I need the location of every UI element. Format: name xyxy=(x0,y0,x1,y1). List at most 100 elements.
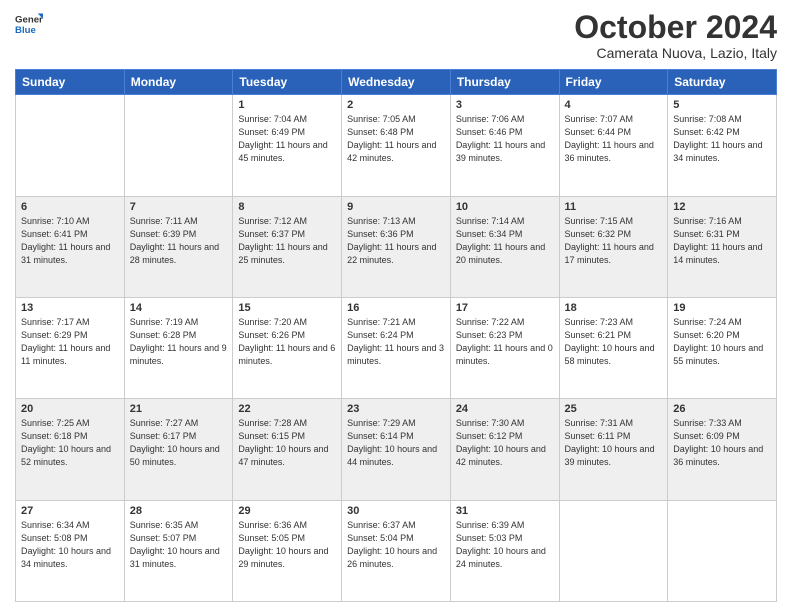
day-info: Sunrise: 7:24 AM Sunset: 6:20 PM Dayligh… xyxy=(673,316,771,368)
day-info: Sunrise: 7:15 AM Sunset: 6:32 PM Dayligh… xyxy=(565,215,663,267)
calendar-header-row: Sunday Monday Tuesday Wednesday Thursday… xyxy=(16,70,777,95)
day-info: Sunrise: 7:08 AM Sunset: 6:42 PM Dayligh… xyxy=(673,113,771,165)
table-row: 19 Sunrise: 7:24 AM Sunset: 6:20 PM Dayli… xyxy=(668,297,777,398)
table-row: 5 Sunrise: 7:08 AM Sunset: 6:42 PM Daylig… xyxy=(668,95,777,196)
day-info: Sunrise: 7:20 AM Sunset: 6:26 PM Dayligh… xyxy=(238,316,336,368)
location: Camerata Nuova, Lazio, Italy xyxy=(574,45,777,61)
day-info: Sunrise: 6:34 AM Sunset: 5:08 PM Dayligh… xyxy=(21,519,119,571)
day-number: 3 xyxy=(456,99,554,111)
table-row: 13 Sunrise: 7:17 AM Sunset: 6:29 PM Dayli… xyxy=(16,297,125,398)
table-row: 3 Sunrise: 7:06 AM Sunset: 6:46 PM Daylig… xyxy=(450,95,559,196)
day-number: 11 xyxy=(565,201,663,213)
day-number: 25 xyxy=(565,403,663,415)
day-info: Sunrise: 7:07 AM Sunset: 6:44 PM Dayligh… xyxy=(565,113,663,165)
day-info: Sunrise: 7:27 AM Sunset: 6:17 PM Dayligh… xyxy=(130,417,228,469)
col-monday: Monday xyxy=(124,70,233,95)
table-row: 7 Sunrise: 7:11 AM Sunset: 6:39 PM Daylig… xyxy=(124,196,233,297)
day-info: Sunrise: 7:13 AM Sunset: 6:36 PM Dayligh… xyxy=(347,215,445,267)
table-row: 18Sunrise: 7:23 AM Sunset: 6:21 PM Dayli… xyxy=(559,297,668,398)
day-info: Sunrise: 6:39 AM Sunset: 5:03 PM Dayligh… xyxy=(456,519,554,571)
day-info: Sunrise: 7:33 AM Sunset: 6:09 PM Dayligh… xyxy=(673,417,771,469)
month-title: October 2024 xyxy=(574,10,777,45)
day-number: 19 xyxy=(673,302,771,314)
logo: General Blue xyxy=(15,10,43,38)
day-number: 1 xyxy=(238,99,336,111)
header: General Blue October 2024 Camerata Nuova… xyxy=(15,10,777,61)
day-info: Sunrise: 7:21 AM Sunset: 6:24 PM Dayligh… xyxy=(347,316,445,368)
table-row xyxy=(16,95,125,196)
day-number: 17 xyxy=(456,302,554,314)
day-number: 10 xyxy=(456,201,554,213)
calendar-week-row: 13 Sunrise: 7:17 AM Sunset: 6:29 PM Dayli… xyxy=(16,297,777,398)
calendar-week-row: 27 Sunrise: 6:34 AM Sunset: 5:08 PM Dayli… xyxy=(16,500,777,601)
day-number: 9 xyxy=(347,201,445,213)
day-number: 30 xyxy=(347,505,445,517)
day-info: Sunrise: 7:04 AM Sunset: 6:49 PM Dayligh… xyxy=(238,113,336,165)
table-row: 22Sunrise: 7:28 AM Sunset: 6:15 PM Dayli… xyxy=(233,399,342,500)
day-number: 26 xyxy=(673,403,771,415)
day-info: Sunrise: 7:11 AM Sunset: 6:39 PM Dayligh… xyxy=(130,215,228,267)
day-number: 28 xyxy=(130,505,228,517)
col-tuesday: Tuesday xyxy=(233,70,342,95)
table-row xyxy=(124,95,233,196)
day-number: 5 xyxy=(673,99,771,111)
svg-text:General: General xyxy=(15,14,43,25)
table-row: 24 Sunrise: 7:30 AM Sunset: 6:12 PM Dayli… xyxy=(450,399,559,500)
table-row: 6 Sunrise: 7:10 AM Sunset: 6:41 PM Daylig… xyxy=(16,196,125,297)
day-number: 13 xyxy=(21,302,119,314)
col-friday: Friday xyxy=(559,70,668,95)
day-number: 6 xyxy=(21,201,119,213)
day-info: Sunrise: 7:25 AM Sunset: 6:18 PM Dayligh… xyxy=(21,417,119,469)
table-row: 25 Sunrise: 7:31 AM Sunset: 6:11 PM Dayli… xyxy=(559,399,668,500)
day-number: 14 xyxy=(130,302,228,314)
day-number: 23 xyxy=(347,403,445,415)
calendar-table: Sunday Monday Tuesday Wednesday Thursday… xyxy=(15,69,777,602)
table-row: 15Sunrise: 7:20 AM Sunset: 6:26 PM Dayli… xyxy=(233,297,342,398)
day-info: Sunrise: 7:05 AM Sunset: 6:48 PM Dayligh… xyxy=(347,113,445,165)
table-row: 23 Sunrise: 7:29 AM Sunset: 6:14 PM Dayli… xyxy=(342,399,451,500)
table-row: 17 Sunrise: 7:22 AM Sunset: 6:23 PM Dayli… xyxy=(450,297,559,398)
day-info: Sunrise: 7:16 AM Sunset: 6:31 PM Dayligh… xyxy=(673,215,771,267)
day-info: Sunrise: 7:06 AM Sunset: 6:46 PM Dayligh… xyxy=(456,113,554,165)
col-sunday: Sunday xyxy=(16,70,125,95)
table-row: 30Sunrise: 6:37 AM Sunset: 5:04 PM Dayli… xyxy=(342,500,451,601)
day-info: Sunrise: 7:22 AM Sunset: 6:23 PM Dayligh… xyxy=(456,316,554,368)
day-number: 7 xyxy=(130,201,228,213)
calendar-week-row: 20 Sunrise: 7:25 AM Sunset: 6:18 PM Dayli… xyxy=(16,399,777,500)
day-number: 29 xyxy=(238,505,336,517)
day-info: Sunrise: 7:29 AM Sunset: 6:14 PM Dayligh… xyxy=(347,417,445,469)
day-number: 27 xyxy=(21,505,119,517)
day-number: 12 xyxy=(673,201,771,213)
col-saturday: Saturday xyxy=(668,70,777,95)
header-right: October 2024 Camerata Nuova, Lazio, Ital… xyxy=(574,10,777,61)
table-row: 2 Sunrise: 7:05 AM Sunset: 6:48 PM Daylig… xyxy=(342,95,451,196)
calendar-week-row: 6 Sunrise: 7:10 AM Sunset: 6:41 PM Daylig… xyxy=(16,196,777,297)
day-info: Sunrise: 7:17 AM Sunset: 6:29 PM Dayligh… xyxy=(21,316,119,368)
day-number: 16 xyxy=(347,302,445,314)
day-info: Sunrise: 6:36 AM Sunset: 5:05 PM Dayligh… xyxy=(238,519,336,571)
day-number: 2 xyxy=(347,99,445,111)
day-info: Sunrise: 7:10 AM Sunset: 6:41 PM Dayligh… xyxy=(21,215,119,267)
table-row: 9 Sunrise: 7:13 AM Sunset: 6:36 PM Daylig… xyxy=(342,196,451,297)
day-info: Sunrise: 6:35 AM Sunset: 5:07 PM Dayligh… xyxy=(130,519,228,571)
table-row: 10Sunrise: 7:14 AM Sunset: 6:34 PM Dayli… xyxy=(450,196,559,297)
day-number: 24 xyxy=(456,403,554,415)
day-number: 8 xyxy=(238,201,336,213)
day-number: 31 xyxy=(456,505,554,517)
day-number: 4 xyxy=(565,99,663,111)
table-row xyxy=(559,500,668,601)
table-row: 1 Sunrise: 7:04 AM Sunset: 6:49 PM Daylig… xyxy=(233,95,342,196)
col-thursday: Thursday xyxy=(450,70,559,95)
logo-icon: General Blue xyxy=(15,10,43,38)
day-number: 20 xyxy=(21,403,119,415)
day-number: 21 xyxy=(130,403,228,415)
day-info: Sunrise: 7:30 AM Sunset: 6:12 PM Dayligh… xyxy=(456,417,554,469)
day-info: Sunrise: 7:19 AM Sunset: 6:28 PM Dayligh… xyxy=(130,316,228,368)
table-row: 8Sunrise: 7:12 AM Sunset: 6:37 PM Daylig… xyxy=(233,196,342,297)
table-row: 4 Sunrise: 7:07 AM Sunset: 6:44 PM Daylig… xyxy=(559,95,668,196)
day-info: Sunrise: 7:31 AM Sunset: 6:11 PM Dayligh… xyxy=(565,417,663,469)
table-row: 20 Sunrise: 7:25 AM Sunset: 6:18 PM Dayli… xyxy=(16,399,125,500)
table-row: 31 Sunrise: 6:39 AM Sunset: 5:03 PM Dayli… xyxy=(450,500,559,601)
table-row: 16 Sunrise: 7:21 AM Sunset: 6:24 PM Dayli… xyxy=(342,297,451,398)
svg-text:Blue: Blue xyxy=(15,25,36,36)
